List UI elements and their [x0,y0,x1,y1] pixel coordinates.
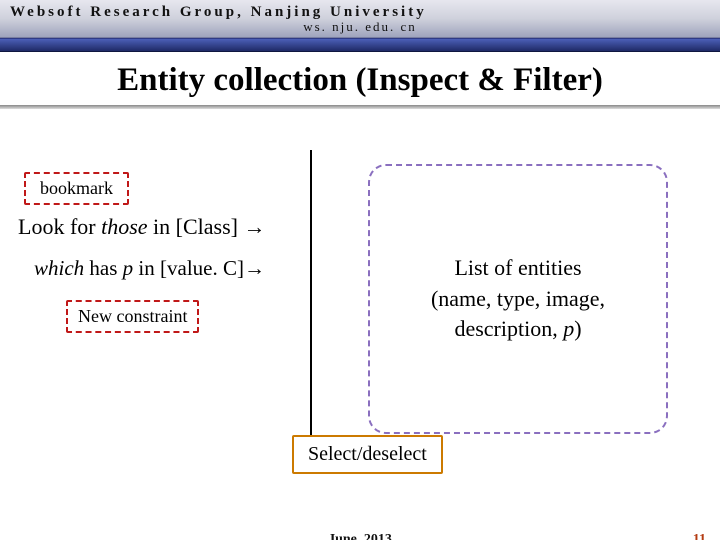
which-line: which has p in [value. C]→ [34,256,265,281]
content-area: bookmark Look for those in [Class] → whi… [0,150,720,490]
look-prefix: Look for [18,214,101,239]
look-those: those [101,214,147,239]
look-for-line: Look for those in [Class] → [18,214,266,240]
select-label: Select/deselect [292,435,443,474]
header-url: ws. nju. edu. cn [10,19,710,35]
look-suffix: in [Class] → [148,214,266,239]
which-p: p [123,256,134,280]
page-number: 11 [693,532,706,540]
entity-list-box: List of entities (name, type, image, des… [368,164,668,434]
which-has: has [84,256,123,280]
accent-bar [0,38,720,52]
new-constraint-chip: New constraint [66,300,199,333]
new-constraint-label: New constraint [66,300,199,333]
title-underline [0,105,720,109]
bookmark-chip: bookmark [24,172,129,205]
entity-list-text: List of entities (name, type, image, des… [431,253,605,345]
which-prefix: which [34,256,84,280]
header-bar: Websoft Research Group, Nanjing Universi… [0,0,720,38]
vertical-divider [310,150,312,450]
select-chip: Select/deselect [292,435,443,474]
slide-title: Entity collection (Inspect & Filter) [0,52,720,105]
footer-date: June, 2013 [328,532,392,540]
which-suffix: in [value. C]→ [133,256,265,280]
bookmark-label: bookmark [24,172,129,205]
